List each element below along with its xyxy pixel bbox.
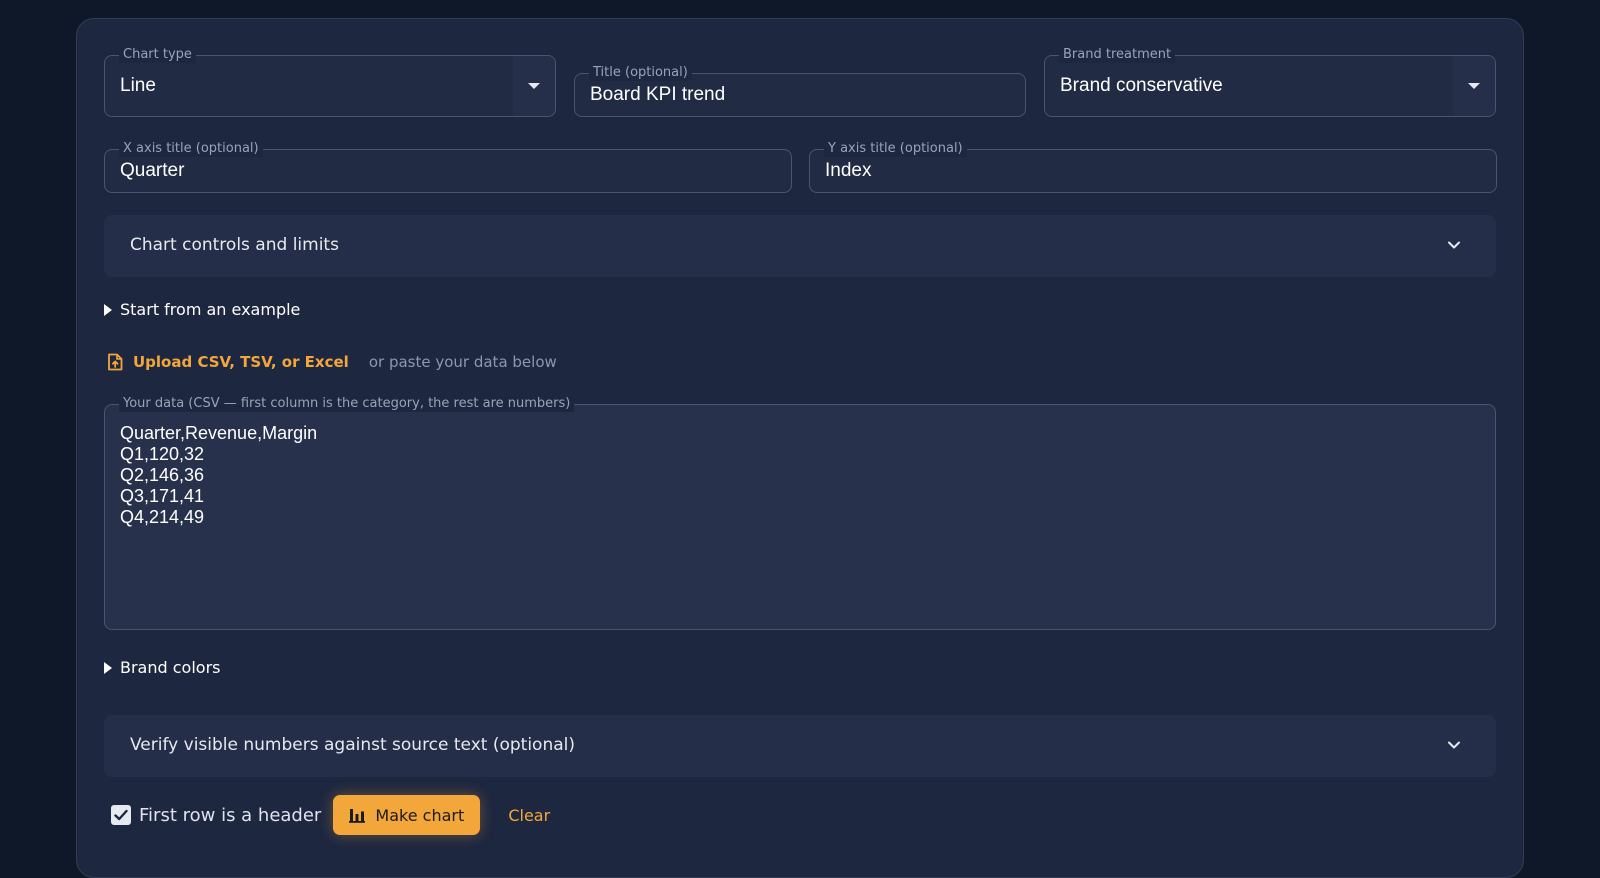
x-axis-title-label: X axis title (optional) — [119, 141, 263, 157]
chart-type-dropdown-button[interactable] — [513, 56, 555, 116]
verify-numbers-accordion[interactable]: Verify visible numbers against source te… — [104, 715, 1496, 777]
title-label: Title (optional) — [589, 65, 692, 81]
data-textarea-content: Quarter,Revenue,Margin Q1,120,32 Q2,146,… — [120, 423, 318, 527]
title-input[interactable]: Title (optional) Board KPI trend — [574, 65, 1026, 117]
x-axis-title-value: Quarter — [120, 160, 185, 181]
check-icon — [114, 809, 128, 821]
verify-numbers-label: Verify visible numbers against source te… — [130, 735, 576, 755]
file-upload-icon — [108, 353, 123, 371]
header-row-checkbox-label[interactable]: First row is a header — [139, 805, 321, 826]
data-textarea-label: Your data (CSV — first column is the cat… — [119, 396, 575, 412]
start-from-example-disclosure[interactable]: Start from an example — [104, 300, 300, 319]
chart-controls-label: Chart controls and limits — [130, 235, 339, 255]
title-value: Board KPI trend — [590, 84, 726, 105]
disclosure-triangle-icon — [104, 661, 112, 674]
data-textarea[interactable]: Your data (CSV — first column is the cat… — [104, 396, 1496, 630]
chart-form-card: Chart type Line Title (optional) Board K… — [76, 18, 1524, 878]
caret-down-icon — [528, 83, 540, 89]
chart-type-label: Chart type — [119, 47, 196, 63]
y-axis-title-label: Y axis title (optional) — [824, 141, 967, 157]
brand-treatment-select[interactable]: Brand treatment Brand conservative — [1044, 47, 1496, 117]
x-axis-title-input[interactable]: X axis title (optional) Quarter — [104, 141, 792, 193]
brand-treatment-dropdown-button[interactable] — [1453, 56, 1495, 116]
start-from-example-label: Start from an example — [120, 300, 301, 319]
brand-colors-disclosure[interactable]: Brand colors — [104, 658, 220, 677]
upload-file-link[interactable]: Upload CSV, TSV, or Excel — [133, 353, 349, 371]
chevron-down-icon — [1448, 741, 1460, 749]
header-row-checkbox[interactable] — [111, 805, 131, 825]
upload-hint: or paste your data below — [368, 353, 557, 371]
y-axis-title-input[interactable]: Y axis title (optional) Index — [809, 141, 1497, 193]
clear-button[interactable]: Clear — [508, 806, 550, 825]
action-row: First row is a header Make chart Clear — [111, 795, 550, 835]
disclosure-triangle-icon — [104, 303, 112, 316]
chevron-down-icon — [1448, 241, 1460, 249]
chart-type-select[interactable]: Chart type Line — [104, 47, 556, 117]
brand-treatment-value: Brand conservative — [1060, 75, 1223, 96]
brand-treatment-label: Brand treatment — [1059, 47, 1176, 63]
upload-row: Upload CSV, TSV, or Excel or paste your … — [107, 353, 557, 371]
caret-down-icon — [1468, 83, 1480, 89]
y-axis-title-value: Index — [825, 160, 872, 181]
bar-chart-icon — [349, 809, 366, 823]
chart-type-value: Line — [120, 75, 156, 96]
make-chart-button[interactable]: Make chart — [333, 795, 481, 835]
brand-colors-label: Brand colors — [120, 658, 221, 677]
make-chart-label: Make chart — [375, 805, 465, 825]
chart-controls-accordion[interactable]: Chart controls and limits — [104, 215, 1496, 277]
